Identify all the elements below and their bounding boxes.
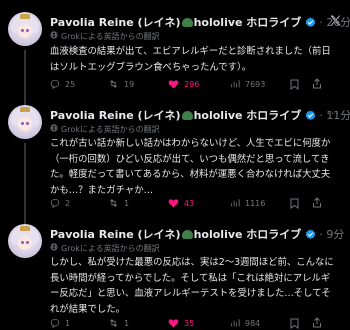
avatar[interactable] (8, 224, 42, 258)
verified-icon (305, 17, 316, 27)
tweet-actions: 25 19 296 7693 (50, 77, 342, 91)
tweet-text: これが古い話か新しい話かはわからないけど、人生でエビに何度か（一桁の回数）ひどい… (50, 138, 331, 196)
views-button[interactable]: 984 (230, 316, 260, 330)
views-icon (231, 319, 240, 327)
tweet-text: しかし、私が受けた最悪の反応は、実は2〜3週間ほど前、こんなに長い時間が経ってか… (50, 257, 334, 315)
globe-icon (50, 31, 58, 39)
verified-icon (305, 229, 316, 239)
heart-icon (168, 199, 179, 208)
globe-icon (50, 124, 58, 132)
view-count: 984 (245, 318, 261, 328)
translation-label: Grokによる英語からの翻訳 (61, 244, 160, 253)
retweet-icon (109, 80, 118, 88)
tweet-time[interactable]: 26分 (326, 16, 350, 29)
globe-icon (50, 243, 58, 251)
view-count: 1116 (245, 198, 266, 208)
like-button[interactable]: 35 (168, 316, 194, 330)
bookmark-icon[interactable] (290, 79, 299, 90)
more-icon[interactable]: ··· (327, 107, 341, 120)
tweet-header: Pavolia Reine (レイネ) hololive ホロライブ · 11分 (50, 109, 350, 122)
retweet-count: 1 (124, 198, 130, 208)
reply-count: 2 (65, 198, 71, 208)
retweet-button[interactable]: 19 (108, 77, 134, 91)
reply-icon (50, 198, 60, 208)
translation-note[interactable]: Grokによる英語からの翻訳 (50, 124, 160, 136)
views-button[interactable]: 7693 (230, 77, 265, 91)
author-affiliation[interactable]: hololive ホロライブ (194, 109, 302, 122)
translation-label: Grokによる英語からの翻訳 (61, 125, 160, 134)
translation-note[interactable]: Grokによる英語からの翻訳 (50, 31, 160, 43)
like-button[interactable]: 43 (168, 196, 194, 210)
translation-note[interactable]: Grokによる英語からの翻訳 (50, 243, 160, 255)
author-name[interactable]: Pavolia Reine (レイネ) (50, 228, 181, 241)
reply-icon (50, 79, 60, 89)
avatar[interactable] (8, 12, 42, 46)
tweet-header: Pavolia Reine (レイネ) hololive ホロライブ · 9分 (50, 228, 345, 241)
retweet-button[interactable]: 1 (108, 196, 129, 210)
retweet-icon (109, 319, 118, 327)
translation-label: Grokによる英語からの翻訳 (61, 32, 160, 41)
retweet-icon (109, 199, 118, 207)
reply-button[interactable]: 25 (50, 77, 75, 91)
like-count: 43 (184, 198, 195, 208)
avatar[interactable] (8, 105, 42, 139)
tweet-1[interactable]: Pavolia Reine (レイネ) hololive ホロライブ · 26分 … (0, 12, 350, 120)
share-icon[interactable] (312, 317, 322, 328)
views-icon (231, 80, 240, 88)
heart-icon (168, 80, 179, 89)
retweet-count: 19 (124, 79, 135, 89)
like-count: 296 (184, 79, 200, 89)
tweet-actions: 1 1 35 984 (50, 316, 342, 330)
retweet-count: 1 (124, 318, 130, 328)
retweet-button[interactable]: 1 (108, 316, 129, 330)
share-icon[interactable] (312, 197, 322, 208)
tweet-actions: 2 1 43 1116 (50, 196, 342, 210)
reply-count: 25 (65, 79, 76, 89)
verified-icon (305, 110, 316, 120)
views-icon (231, 199, 240, 207)
turtle-emoji-icon (181, 111, 193, 120)
turtle-emoji-icon (181, 230, 193, 239)
tweet-2[interactable]: Pavolia Reine (レイネ) hololive ホロライブ · 11分 … (0, 105, 350, 229)
thread-line (24, 143, 26, 229)
bookmark-icon[interactable] (290, 198, 299, 209)
share-icon[interactable] (312, 78, 322, 89)
heart-icon (168, 319, 179, 328)
like-button[interactable]: 296 (168, 77, 199, 91)
tweet-time[interactable]: 9分 (326, 228, 344, 241)
tweet-3[interactable]: Pavolia Reine (レイネ) hololive ホロライブ · 9分 G… (0, 224, 350, 329)
view-count: 7693 (245, 79, 266, 89)
tweet-header: Pavolia Reine (レイネ) hololive ホロライブ · 26分 (50, 16, 350, 29)
author-name[interactable]: Pavolia Reine (レイネ) (50, 16, 181, 29)
reply-count: 1 (65, 318, 71, 328)
reply-icon (50, 318, 60, 328)
like-count: 35 (184, 318, 195, 328)
reply-button[interactable]: 2 (50, 196, 70, 210)
bookmark-icon[interactable] (290, 318, 299, 329)
views-button[interactable]: 1116 (230, 196, 265, 210)
turtle-emoji-icon (181, 18, 193, 27)
tweet-text: 血液検査の結果が出て、エビアレルギーだと診断されました（前日はソルトエッグブラウ… (50, 46, 331, 73)
author-affiliation[interactable]: hololive ホロライブ (194, 228, 302, 241)
author-affiliation[interactable]: hololive ホロライブ (194, 16, 302, 29)
author-name[interactable]: Pavolia Reine (レイネ) (50, 109, 181, 122)
reply-button[interactable]: 1 (50, 316, 70, 330)
